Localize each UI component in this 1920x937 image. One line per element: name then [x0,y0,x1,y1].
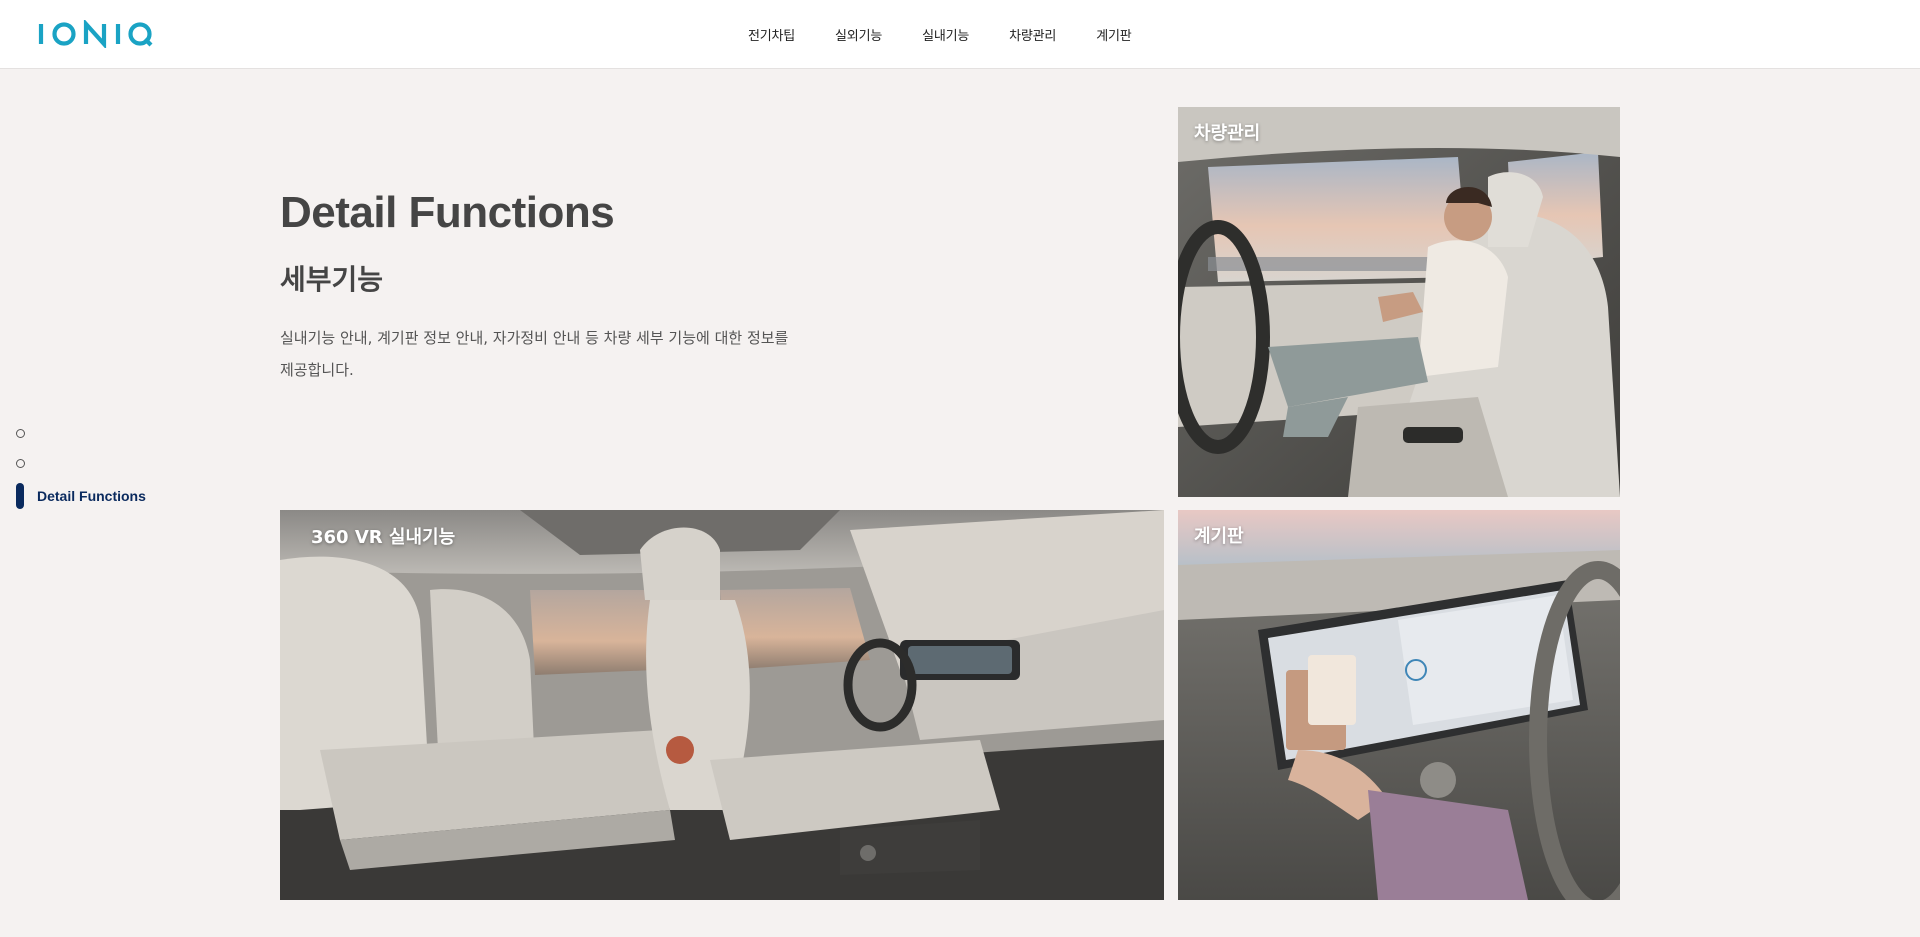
interior-360-image [280,510,1164,900]
nav-cluster[interactable]: 계기판 [1096,25,1131,44]
nav-vehicle-care[interactable]: 차량관리 [1009,25,1056,44]
pagination-active-item[interactable]: Detail Functions [16,483,146,509]
nav-ev-tips[interactable]: 전기차팁 [748,25,795,44]
pagination-active-indicator [16,483,24,509]
pagination-active-label: Detail Functions [37,488,146,504]
top-header: 전기차팁 실외기능 실내기능 차량관리 계기판 [0,0,1920,69]
pagination-dot-1[interactable] [16,429,25,438]
cluster-image [1178,510,1620,900]
vehicle-care-image [1178,107,1620,497]
card-360-vr-interior[interactable]: 360 VR 실내기능 [280,510,1164,900]
ioniq-logo-mark [38,20,153,48]
page-title: Detail Functions [280,188,615,237]
card-cluster-label: 계기판 [1194,526,1244,547]
nav-interior[interactable]: 실내기능 [922,25,969,44]
ioniq-logo[interactable] [38,20,154,48]
nav-exterior[interactable]: 실외기능 [835,25,882,44]
card-vehicle-care[interactable]: 차량관리 [1178,107,1620,497]
page-subtitle: 세부기능 [280,263,384,296]
pagination-dot-2[interactable] [16,459,25,468]
card-360-vr-label: 360 VR 실내기능 [311,527,456,548]
main-nav: 전기차팁 실외기능 실내기능 차량관리 계기판 [748,0,1171,69]
card-cluster[interactable]: 계기판 [1178,510,1620,900]
card-vehicle-care-label: 차량관리 [1194,123,1261,144]
page-description: 실내기능 안내, 계기판 정보 안내, 자가정비 안내 등 차량 세부 기능에 … [280,329,789,379]
